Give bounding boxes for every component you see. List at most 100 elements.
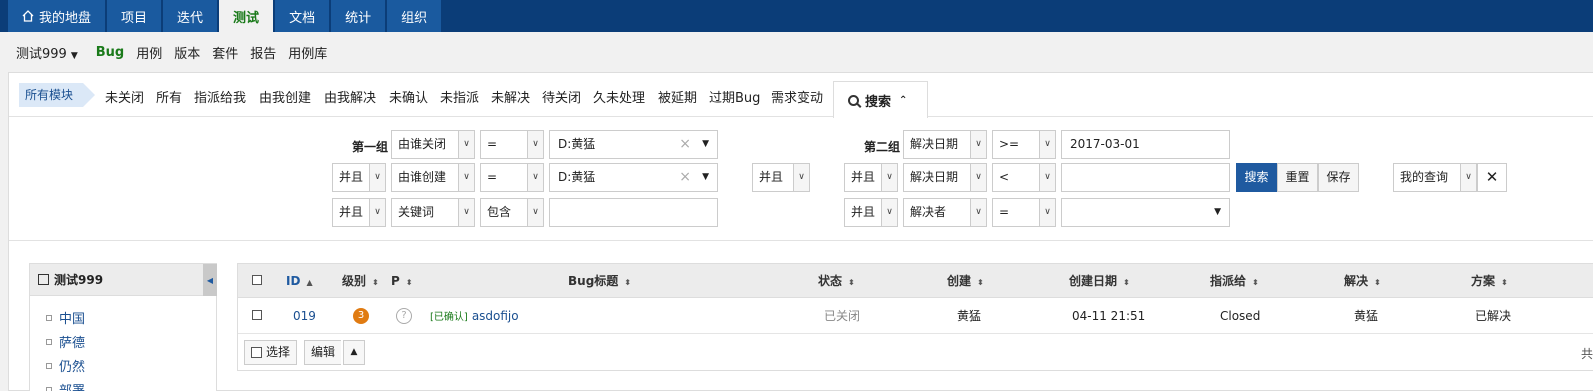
filter-overdue[interactable]: 过期Bug [709,87,760,106]
module-item[interactable]: 部署 [46,380,85,391]
bug-id-link[interactable]: 019 [293,298,316,334]
group2-op1-select[interactable]: >= ∨ [992,130,1056,159]
all-modules-breadcrumb[interactable]: 所有模块 [19,83,96,107]
nav-tab-stats[interactable]: 统计 [331,0,386,32]
group2-field2-select[interactable]: 解决日期 ∨ [903,163,987,192]
filter-unassigned[interactable]: 未指派 [440,87,479,106]
filter-all[interactable]: 所有 [156,87,182,106]
filter-to-close[interactable]: 待关闭 [542,87,581,106]
col-resolution[interactable]: 方案 ⬍ [1471,264,1508,298]
search-toggle-label: 搜索 [865,94,892,110]
col-created-date[interactable]: 创建日期 ⬍ [1069,264,1130,298]
group2-op3-select[interactable]: = ∨ [992,198,1056,227]
col-label: Bug标题 [568,274,619,288]
group1-value1-picker[interactable]: D:黄猛 × ▼ [549,130,718,159]
subnav-suite[interactable]: 套件 [212,43,238,62]
product-switcher[interactable]: 测试999 ▼ [16,43,78,62]
search-toggle[interactable]: 搜索 ⌃ [833,81,928,118]
group1-op3-select[interactable]: 包含 ∨ [480,198,544,227]
nav-tab-doc[interactable]: 文档 [275,0,330,32]
col-resolved-by[interactable]: 解决 ⬍ [1344,264,1381,298]
module-tree-header: 测试999 [30,264,216,296]
group2-field3-select[interactable]: 解决者 ∨ [903,198,987,227]
bullet-icon [46,386,52,391]
filter-story-changed[interactable]: 需求变动 [771,87,823,106]
col-creator[interactable]: 创建 ⬍ [947,264,984,298]
subnav-caselib[interactable]: 用例库 [288,43,327,62]
subnav-version[interactable]: 版本 [174,43,200,62]
group1-value2-picker[interactable]: D:黄猛 × ▼ [549,163,718,192]
group2-label: 第二组 [864,140,901,154]
group2-field1-select[interactable]: 解决日期 ∨ [903,130,987,159]
group1-op1-select[interactable]: = ∨ [480,130,544,159]
search-button[interactable]: 搜索 [1236,163,1277,192]
collapse-sidebar-button[interactable]: ◀ [203,264,217,296]
filter-assigned-to-me[interactable]: 指派给我 [194,87,246,106]
group2-date1-input[interactable]: 2017-03-01 [1061,130,1230,159]
my-query-select[interactable]: 我的查询 ∨ [1393,163,1477,192]
col-title[interactable]: Bug标题 ⬍ [568,264,631,298]
clear-icon[interactable]: × [679,164,691,191]
filter-postponed[interactable]: 被延期 [658,87,697,106]
group1-field1-select[interactable]: 由谁关闭 ∨ [391,130,475,159]
group2-resolver-picker[interactable]: ▼ [1061,198,1230,227]
bug-title-link[interactable]: asdofijo [472,309,519,323]
nav-tab-project[interactable]: 项目 [107,0,162,32]
col-status[interactable]: 状态 ⬍ [818,264,855,298]
filter-resolved-by-me[interactable]: 由我解决 [324,87,376,106]
select-value: 解决日期 [910,137,959,151]
group1-keyword-input[interactable] [549,198,718,227]
module-item[interactable]: 萨德 [46,332,85,351]
module-item[interactable]: 中国 [46,308,85,327]
group2-op2-select[interactable]: < ∨ [992,163,1056,192]
filter-unclosed[interactable]: 未关闭 [105,87,144,106]
group1-field2-select[interactable]: 由谁创建 ∨ [391,163,475,192]
filter-unconfirmed[interactable]: 未确认 [389,87,428,106]
chevron-down-icon: ∨ [527,131,543,158]
col-severity[interactable]: 级别 ⬍ [342,264,379,298]
batch-edit-button[interactable]: 编辑 [304,340,342,365]
subnav-report[interactable]: 报告 [250,43,276,62]
save-query-button[interactable]: 保存 [1318,163,1359,192]
group1-op2-select[interactable]: = ∨ [480,163,544,192]
nav-tab-label: 我的地盘 [39,10,92,26]
select-all-checkbox[interactable] [252,275,262,285]
module-item[interactable]: 仍然 [46,356,85,375]
chevron-down-icon: ∨ [1460,164,1476,191]
select-value: = [999,205,1010,219]
group2-and3-select[interactable]: 并且 ∨ [844,198,898,227]
row-checkbox[interactable] [252,310,262,320]
group1-field3-select[interactable]: 关键词 ∨ [391,198,475,227]
group-join-select[interactable]: 并且 ∨ [752,163,810,192]
chevron-down-icon: ∨ [458,131,474,158]
nav-tab-my[interactable]: 我的地盘 [8,0,106,32]
search-icon [848,94,859,106]
subnav-bug[interactable]: Bug [96,45,124,60]
group2-and2-select[interactable]: 并且 ∨ [844,163,898,192]
filter-unresolved[interactable]: 未解决 [491,87,530,106]
chevron-down-icon: ∨ [970,199,986,226]
col-assigned-to[interactable]: 指派给 ⬍ [1210,264,1259,298]
col-id[interactable]: ID ▲ [286,264,313,298]
col-priority[interactable]: P ⬍ [391,264,413,298]
reset-button[interactable]: 重置 [1277,163,1318,192]
group1-and2-select[interactable]: 并且 ∨ [332,163,386,192]
group1-and3-select[interactable]: 并且 ∨ [332,198,386,227]
sort-icon: ⬍ [1501,278,1508,287]
nav-tab-iteration[interactable]: 迭代 [163,0,218,32]
filter-long-unhandled[interactable]: 久未处理 [593,87,645,106]
filter-created-by-me[interactable]: 由我创建 [259,87,311,106]
nav-tab-org[interactable]: 组织 [387,0,442,32]
sort-icon: ⬍ [624,278,631,287]
select-value: 由谁创建 [398,170,447,184]
nav-tab-label: 测试 [233,10,260,26]
batch-more-button[interactable]: ▲ [343,340,365,365]
nav-tab-test[interactable]: 测试 [219,0,274,32]
select-all-button[interactable]: 选择 [244,340,298,365]
col-label: 指派给 [1210,274,1247,288]
subnav-case[interactable]: 用例 [136,43,162,62]
clear-icon[interactable]: × [679,131,691,158]
delete-query-button[interactable]: ✕ [1477,163,1507,192]
group2-date2-input[interactable] [1061,163,1230,192]
select-value: 我的查询 [1400,170,1449,184]
